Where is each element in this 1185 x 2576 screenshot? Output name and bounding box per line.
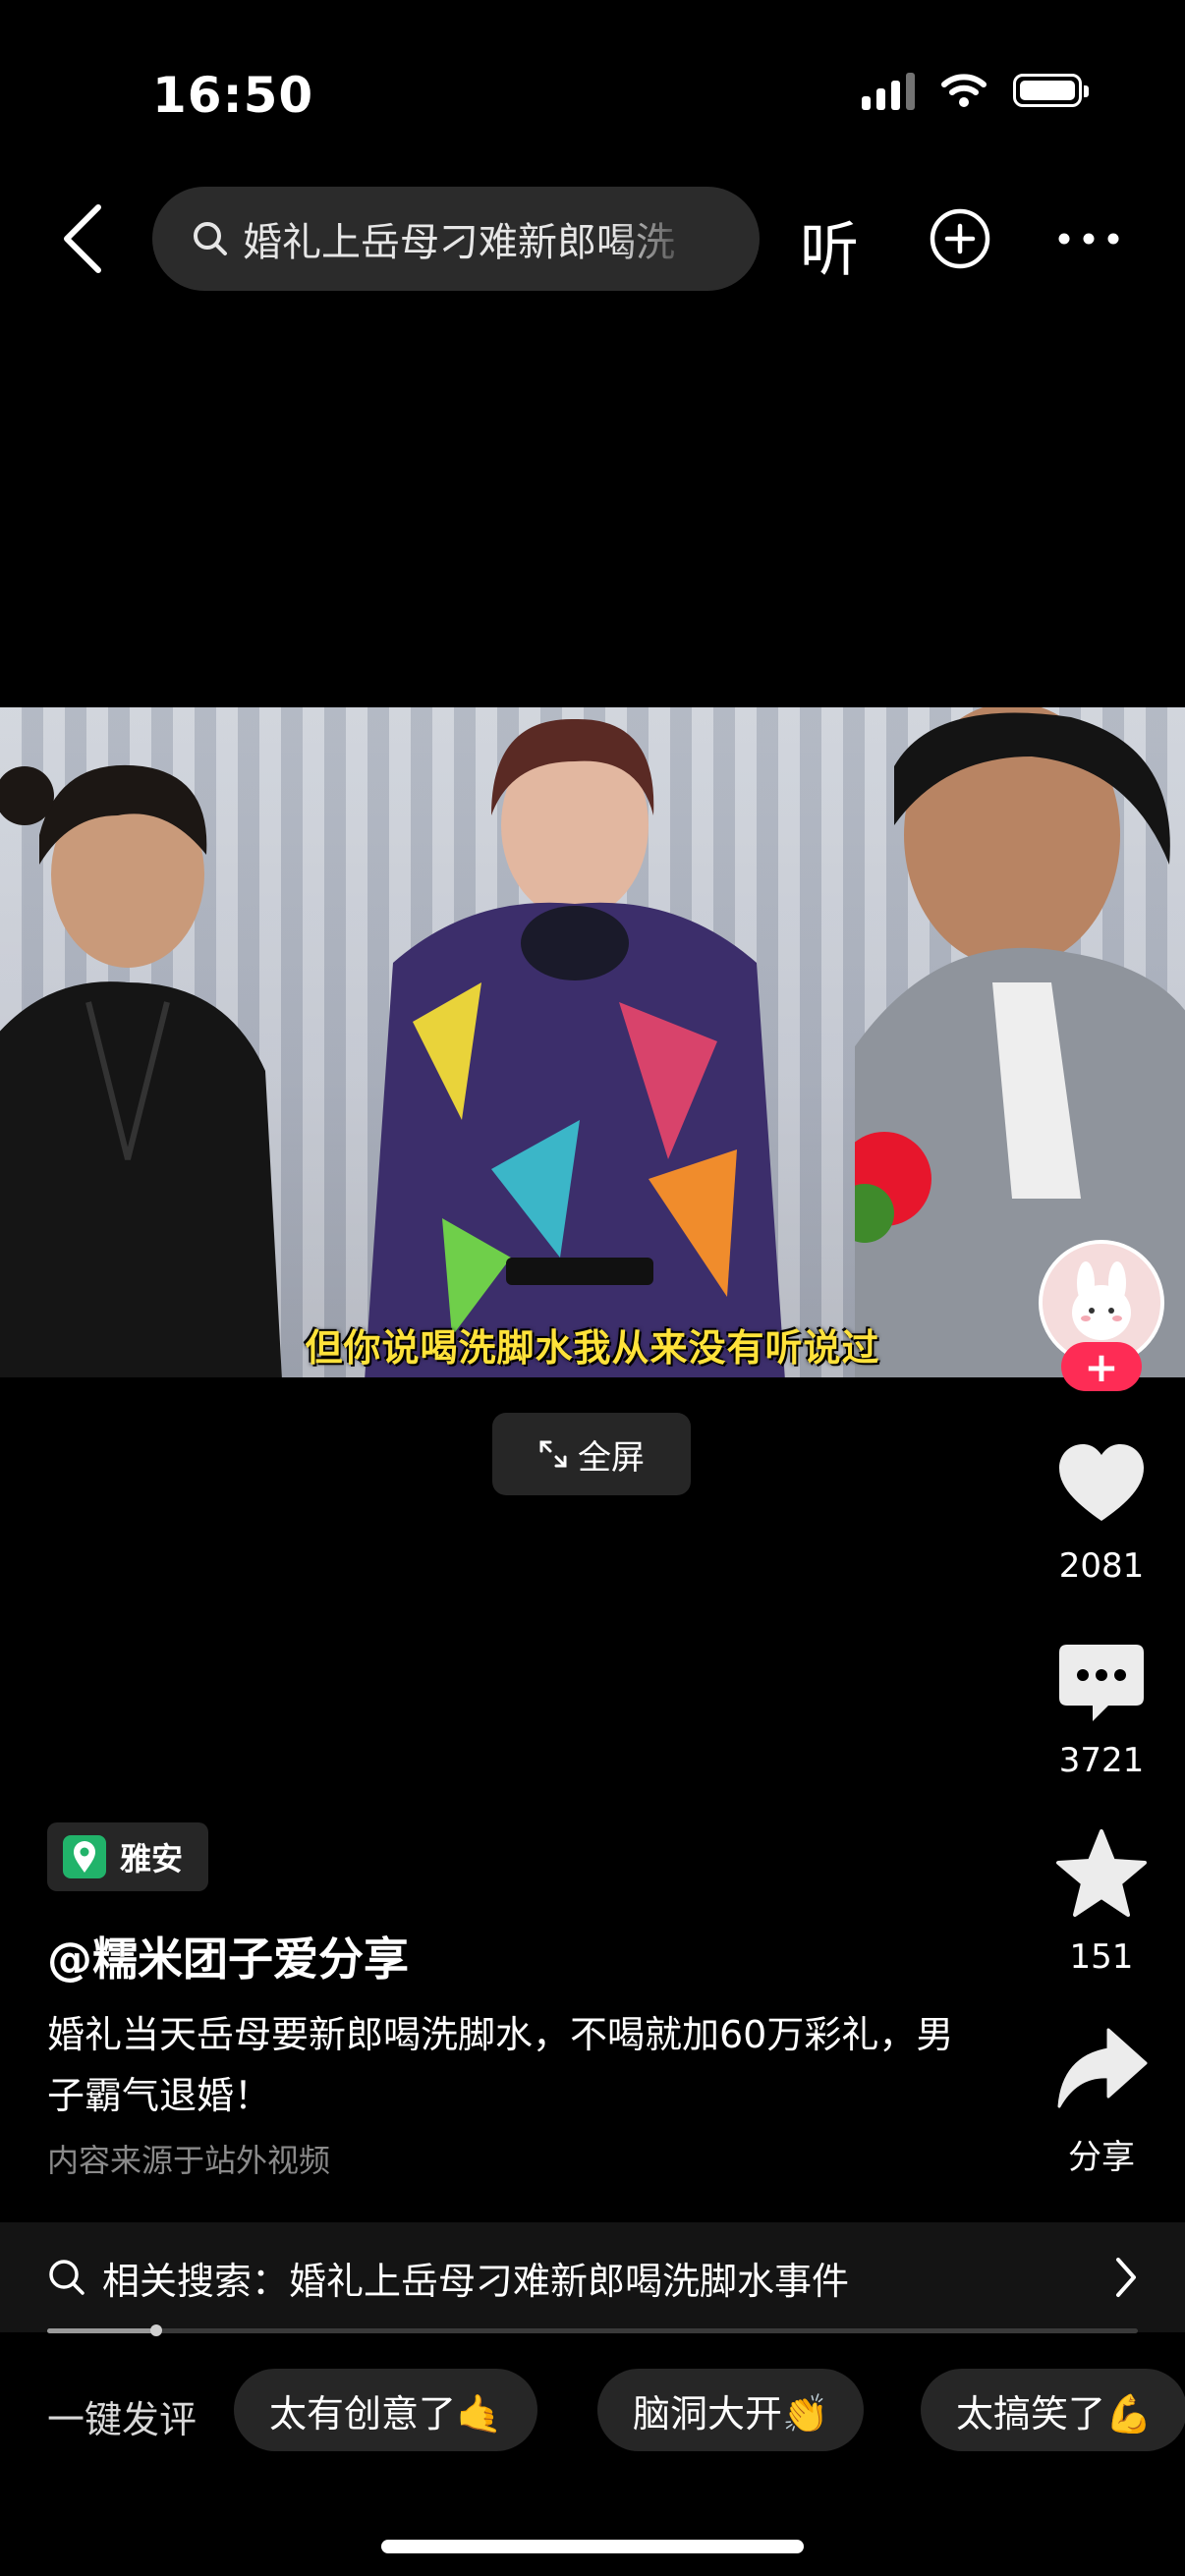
location-label: 雅安 [120, 1840, 184, 1877]
video-person-left [0, 764, 282, 1377]
follow-button[interactable]: + [1061, 1342, 1142, 1391]
expand-icon [539, 1440, 567, 1468]
share-label: 分享 [1068, 2138, 1135, 2177]
video-player[interactable]: 但你说喝洗脚水我从来没有听说过 [0, 707, 1185, 1377]
related-search-bar[interactable]: 相关搜索：婚礼上岳母刁难新郎喝洗脚水事件 [0, 2222, 1185, 2332]
battery-icon [1013, 74, 1089, 107]
listen-button[interactable]: 听 [800, 202, 859, 288]
like-count: 2081 [1058, 1546, 1145, 1586]
cellular-signal-icon [862, 71, 915, 110]
quick-comment-chip[interactable]: 脑洞大开👏 [597, 2369, 865, 2451]
wifi-icon [941, 74, 987, 107]
status-icons [862, 71, 1089, 110]
location-tag[interactable]: 雅安 [47, 1822, 209, 1891]
search-icon [194, 222, 227, 255]
status-time: 16:50 [152, 67, 314, 124]
search-icon [49, 2260, 85, 2295]
comment-icon[interactable] [1053, 1635, 1150, 1731]
fullscreen-label: 全屏 [578, 1437, 645, 1478]
add-circle-icon[interactable] [929, 207, 991, 270]
video-progress-fill [47, 2328, 156, 2333]
quick-comment-chip[interactable]: 太有创意了🤙 [234, 2369, 538, 2451]
location-pin-icon [63, 1835, 106, 1878]
like-heart-icon[interactable] [1053, 1436, 1150, 1533]
favorite-count: 151 [1069, 1937, 1134, 1977]
favorite-star-icon[interactable] [1053, 1825, 1150, 1922]
related-search-text: 相关搜索：婚礼上岳母刁难新郎喝洗脚水事件 [102, 2259, 850, 2303]
video-description[interactable]: 婚礼当天岳母要新郎喝洗脚水，不喝就加60万彩礼，男子霸气退婚！ [47, 2004, 990, 2126]
quick-comment-chip[interactable]: 太搞笑了💪 [921, 2369, 1185, 2451]
chevron-right-icon [1116, 2258, 1136, 2297]
source-note: 内容来源于站外视频 [47, 2142, 331, 2179]
quick-comment-label: 一键发评 [47, 2398, 198, 2441]
back-icon[interactable] [57, 201, 108, 276]
fullscreen-button[interactable]: 全屏 [492, 1413, 691, 1495]
search-query-text: 婚礼上岳母刁难新郎喝洗 [243, 220, 675, 265]
video-subtitle: 但你说喝洗脚水我从来没有听说过 [305, 1326, 880, 1370]
search-bar[interactable]: 婚礼上岳母刁难新郎喝洗 [152, 187, 760, 291]
video-progress-bar[interactable] [47, 2324, 1138, 2336]
share-arrow-icon[interactable] [1053, 2022, 1150, 2118]
video-progress-handle[interactable] [150, 2324, 162, 2336]
comment-count: 3721 [1058, 1741, 1145, 1780]
author-name[interactable]: @糯米团子爱分享 [47, 1924, 409, 1988]
video-person-middle [365, 718, 785, 1377]
more-icon[interactable] [1056, 226, 1121, 252]
home-indicator[interactable] [381, 2540, 804, 2553]
